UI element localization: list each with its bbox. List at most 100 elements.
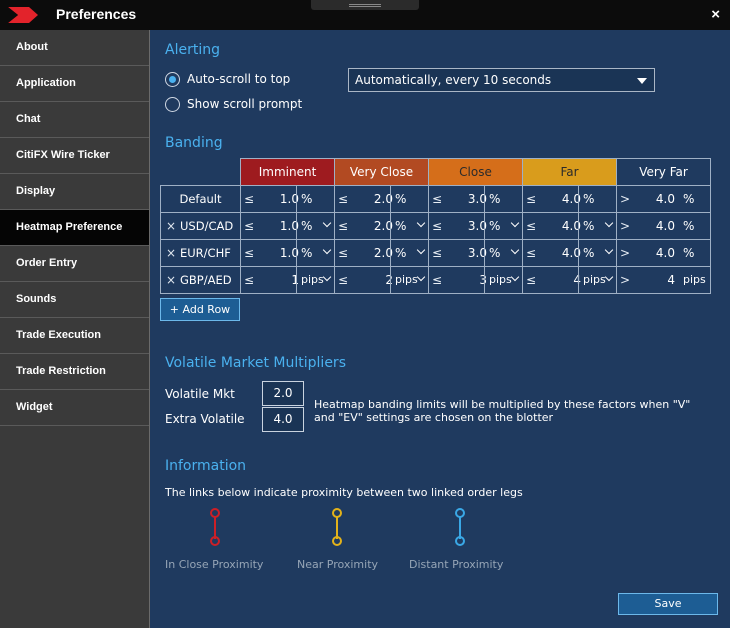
unit-label[interactable]: %: [301, 219, 312, 233]
unit-label: %: [683, 192, 695, 206]
scroll-interval-value: Automatically, every 10 seconds: [355, 73, 552, 87]
information-text: The links below indicate proximity betwe…: [165, 486, 523, 499]
chevron-down-icon[interactable]: [604, 245, 614, 255]
table-row: × GBP/AED ≤1pips≤2pips≤3pips≤4pips>4 pips: [160, 266, 711, 294]
sidebar-item-application[interactable]: Application: [0, 66, 149, 102]
sidebar-item-display[interactable]: Display: [0, 174, 149, 210]
unit-label[interactable]: %: [489, 219, 500, 233]
unit-label[interactable]: %: [489, 246, 500, 260]
sidebar-item-order-entry[interactable]: Order Entry: [0, 246, 149, 282]
title-bar[interactable]: Preferences ×: [0, 0, 730, 30]
extra-volatile-label: Extra Volatile: [165, 412, 245, 426]
cell-divider: [296, 213, 297, 239]
column-header: Imminent: [240, 158, 335, 186]
sidebar-item-citifx-wire-ticker[interactable]: CitiFX Wire Ticker: [0, 138, 149, 174]
currency-pair-label: GBP/AED: [180, 273, 232, 287]
close-icon[interactable]: ×: [711, 6, 720, 23]
comparator-symbol: ≤: [338, 273, 349, 287]
add-row-button[interactable]: + Add Row: [160, 298, 240, 321]
band-cell: ≤4.0%: [522, 212, 617, 240]
remove-row-icon[interactable]: ×: [166, 246, 176, 260]
comparator-symbol: >: [620, 219, 631, 233]
sidebar-item-trade-execution[interactable]: Trade Execution: [0, 318, 149, 354]
unit-label[interactable]: %: [583, 219, 594, 233]
band-cell: ≤4pips: [522, 266, 617, 294]
cell-divider: [390, 213, 391, 239]
cell-divider: [578, 213, 579, 239]
auto-scroll-option[interactable]: Auto-scroll to top: [165, 70, 290, 88]
comparator-symbol: ≤: [432, 219, 443, 233]
chevron-down-icon[interactable]: [416, 272, 426, 282]
band-cell: ≤3.0%: [428, 185, 523, 213]
cell-divider: [578, 240, 579, 266]
threshold-input: 4.0: [655, 246, 675, 260]
banding-table: Imminent Very Close Close Far Very Far Defaul…: [160, 158, 711, 294]
comparator-symbol: ≤: [338, 219, 349, 233]
sidebar-item-chat[interactable]: Chat: [0, 102, 149, 138]
comparator-symbol: ≤: [432, 273, 443, 287]
chevron-down-icon[interactable]: [322, 245, 332, 255]
cell-divider: [484, 240, 485, 266]
unit-label[interactable]: %: [583, 246, 594, 260]
chevron-down-icon[interactable]: [604, 272, 614, 282]
show-prompt-radio[interactable]: [165, 96, 180, 112]
save-button[interactable]: Save: [618, 593, 718, 615]
sidebar-item-widget[interactable]: Widget: [0, 390, 149, 426]
main-panel: Alerting Auto-scroll to top Show scroll …: [150, 30, 730, 628]
unit-label[interactable]: %: [301, 246, 312, 260]
column-header: Close: [428, 158, 523, 186]
currency-pair-label: EUR/CHF: [180, 246, 231, 260]
cell-divider: [484, 267, 485, 293]
unit-label: %: [683, 246, 695, 260]
chevron-down-icon[interactable]: [510, 218, 520, 228]
unit-label[interactable]: pips: [583, 273, 606, 286]
information-title: Information: [165, 458, 247, 474]
sidebar-item-trade-restriction[interactable]: Trade Restriction: [0, 354, 149, 390]
scroll-interval-select[interactable]: Automatically, every 10 seconds: [348, 68, 655, 92]
comparator-symbol: >: [620, 246, 631, 260]
threshold-input: 4.0: [655, 192, 675, 206]
comparator-symbol: ≤: [432, 246, 443, 260]
unit-label[interactable]: %: [395, 246, 406, 260]
cell-divider: [296, 267, 297, 293]
remove-row-icon[interactable]: ×: [166, 273, 176, 287]
sidebar-item-heatmap-preference[interactable]: Heatmap Preference: [0, 210, 149, 246]
table-row: × USD/CAD ≤1.0% ≤2.0% ≤3.0% ≤4.0% >4.0%: [160, 212, 711, 240]
auto-scroll-radio[interactable]: [165, 71, 180, 87]
sidebar-item-sounds[interactable]: Sounds: [0, 282, 149, 318]
table-row: Default ≤1.0% ≤2.0% ≤3.0% ≤4.0% >4.0%: [160, 185, 711, 213]
proximity-link-icon: [208, 508, 222, 548]
unit-label[interactable]: pips: [489, 273, 512, 286]
row-label-cell: × GBP/AED: [160, 266, 241, 294]
chevron-down-icon[interactable]: [510, 272, 520, 282]
band-cell: >4.0%: [616, 239, 711, 267]
volatile-mkt-input[interactable]: 2.0: [262, 381, 304, 406]
chevron-down-icon[interactable]: [416, 218, 426, 228]
extra-volatile-input[interactable]: 4.0: [262, 407, 304, 432]
chevron-down-icon[interactable]: [510, 245, 520, 255]
comparator-symbol: ≤: [526, 219, 537, 233]
band-cell: >4.0%: [616, 185, 711, 213]
remove-row-icon[interactable]: ×: [166, 219, 176, 233]
drag-handle[interactable]: [311, 0, 419, 10]
comparator-symbol: ≤: [432, 192, 443, 206]
volatile-title: Volatile Market Multipliers: [165, 355, 346, 371]
cell-divider: [296, 240, 297, 266]
unit-label[interactable]: pips: [301, 273, 324, 286]
band-cell: ≤3pips: [428, 266, 523, 294]
unit-label[interactable]: %: [395, 219, 406, 233]
unit-label[interactable]: pips: [395, 273, 418, 286]
band-cell: >4.0%: [616, 212, 711, 240]
sidebar-item-about[interactable]: About: [0, 30, 149, 66]
unit-label: %: [395, 192, 407, 206]
proximity-label: Near Proximity: [297, 558, 379, 571]
column-header: Far: [522, 158, 617, 186]
proximity-label: Distant Proximity: [409, 558, 504, 571]
chevron-down-icon[interactable]: [416, 245, 426, 255]
chevron-down-icon[interactable]: [322, 218, 332, 228]
band-cell: ≤2pips: [334, 266, 429, 294]
comparator-symbol: >: [620, 273, 631, 287]
chevron-down-icon[interactable]: [604, 218, 614, 228]
chevron-down-icon[interactable]: [322, 272, 332, 282]
show-prompt-option[interactable]: Show scroll prompt: [165, 95, 302, 113]
